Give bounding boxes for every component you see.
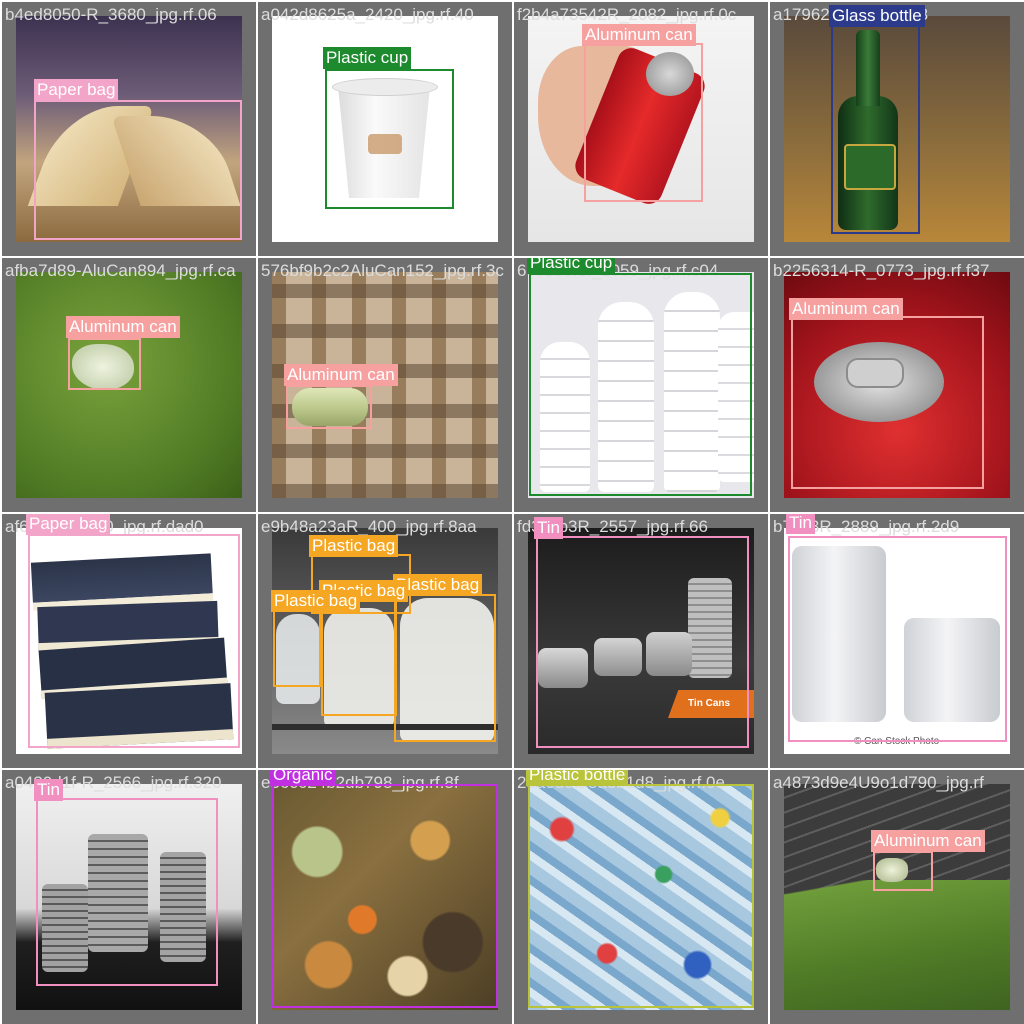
- tile-filename: a4873d9e4U9o1d790_jpg.rf: [773, 773, 984, 792]
- bbox-label: Glass bottle: [829, 5, 925, 27]
- bbox-label: Paper bag: [34, 79, 119, 101]
- tile-11[interactable]: © Can Stock Photo b7dc3R_2889_jpg.rf.2d9…: [770, 514, 1024, 768]
- bbox-organic: [272, 784, 498, 1008]
- tile-12[interactable]: a0439d1f-R_2566_jpg.rf.320 Tin: [2, 770, 256, 1024]
- tile-filename: e9b48a23aR_400_jpg.rf.8aa: [261, 517, 477, 536]
- bbox-label: Aluminum can: [284, 364, 398, 386]
- bbox-plastic-cup: [325, 69, 454, 209]
- bbox-label: Plastic bag: [309, 535, 399, 557]
- tile-6[interactable]: 6c32b3f3f_2059_jpg.rf.c04 Plastic cup: [514, 258, 768, 512]
- bbox-aluminum-can: [791, 316, 984, 489]
- bbox-plastic-bag-4: [394, 594, 496, 742]
- tile-4[interactable]: afba7d89-AluCan894_jpg.rf.ca Aluminum ca…: [2, 258, 256, 512]
- tile-13[interactable]: e36c624b2db798_jpg.rf.8f Organic: [258, 770, 512, 1024]
- tile-2[interactable]: f2b4a73542R_2082_jpg.rf.0c Aluminum can: [514, 2, 768, 256]
- bbox-label: Tin: [534, 517, 563, 539]
- tile-15[interactable]: a4873d9e4U9o1d790_jpg.rf Aluminum can: [770, 770, 1024, 1024]
- bbox-label: Tin: [786, 514, 815, 534]
- bbox-tin: [788, 536, 1007, 742]
- bbox-label: Plastic bottle: [526, 770, 629, 786]
- bbox-label: Paper bag: [26, 514, 111, 535]
- tile-filename: a042d8625a_2420_jpg.rf.40: [261, 5, 474, 24]
- bbox-aluminum-can: [584, 43, 703, 202]
- bbox-label: Plastic cup: [323, 47, 412, 69]
- tile-14[interactable]: 2aa0d9fa8a3b1d8_jpg.rf.0e Plastic bottle: [514, 770, 768, 1024]
- tile-filename: afba7d89-AluCan894_jpg.rf.ca: [5, 261, 236, 280]
- tile-7[interactable]: b2256314-R_0773_jpg.rf.f37 Aluminum can: [770, 258, 1024, 512]
- bbox-tin: [536, 536, 749, 748]
- bbox-paper-bag: [28, 534, 240, 748]
- tile-9[interactable]: e9b48a23aR_400_jpg.rf.8aa Plastic bag Pl…: [258, 514, 512, 768]
- bbox-label: Organic: [270, 770, 336, 786]
- bbox-glass-bottle: [831, 24, 920, 234]
- tile-5[interactable]: 576bf9b2c2AluCan152_jpg.rf.3c Aluminum c…: [258, 258, 512, 512]
- bbox-label: Aluminum can: [871, 830, 985, 852]
- bbox-plastic-cup: [529, 273, 752, 496]
- bbox-label: Aluminum can: [789, 298, 903, 320]
- bbox-plastic-bottle: [528, 784, 754, 1008]
- bbox-aluminum-can: [873, 851, 933, 891]
- bbox-label: Aluminum can: [66, 316, 180, 338]
- bbox-label: Aluminum can: [582, 24, 696, 46]
- tile-8[interactable]: af6b6e46_710_jpg.rf.dad0 Paper bag: [2, 514, 256, 768]
- bbox-plastic-bag-3: [321, 594, 397, 716]
- tile-filename: f2b4a73542R_2082_jpg.rf.0c: [517, 5, 737, 24]
- bbox-label: Plastic cup: [527, 258, 616, 274]
- bbox-label: Plastic bag: [271, 590, 361, 612]
- bbox-plastic-bag-2: [273, 609, 321, 687]
- tile-filename: 576bf9b2c2AluCan152_jpg.rf.3c: [261, 261, 504, 280]
- bbox-tin: [36, 798, 218, 986]
- bbox-aluminum-can: [286, 385, 372, 429]
- bbox-label: Tin: [34, 779, 63, 801]
- bbox-aluminum-can: [68, 338, 141, 390]
- tile-10[interactable]: Tin Cans fd3c6b3R_2557_jpg.rf.66 Tin: [514, 514, 768, 768]
- tile-0[interactable]: b4ed8050-R_3680_jpg.rf.06 Paper bag: [2, 2, 256, 256]
- tile-3[interactable]: a1796249b_jpg.rf.c8 Glass bottle: [770, 2, 1024, 256]
- grass: [784, 880, 1010, 1010]
- bbox-paper-bag: [34, 100, 242, 240]
- detection-mosaic: b4ed8050-R_3680_jpg.rf.06 Paper bag a042…: [0, 0, 1024, 1024]
- tile-filename: b2256314-R_0773_jpg.rf.f37: [773, 261, 990, 280]
- tile-1[interactable]: a042d8625a_2420_jpg.rf.40 Plastic cup: [258, 2, 512, 256]
- tile-filename: b4ed8050-R_3680_jpg.rf.06: [5, 5, 217, 24]
- tile-image: [784, 784, 1010, 1010]
